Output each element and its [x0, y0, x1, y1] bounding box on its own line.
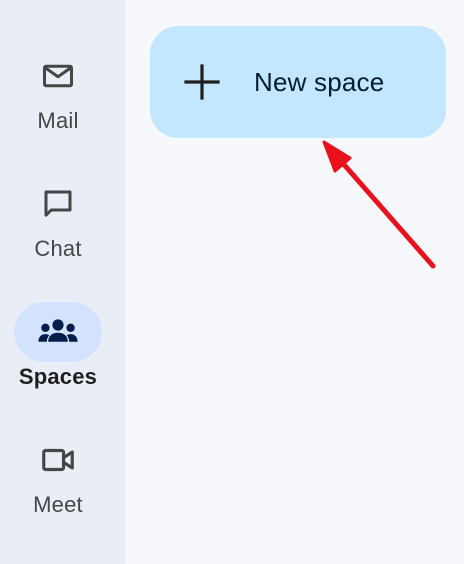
chat-icon: [14, 174, 102, 234]
rail-label-spaces: Spaces: [18, 364, 98, 389]
rail-label-meet: Meet: [33, 492, 83, 517]
navigation-rail: Mail Chat Spaces Meet: [0, 0, 126, 564]
rail-item-chat[interactable]: Chat: [0, 174, 116, 284]
mail-icon: [14, 46, 102, 106]
new-space-label: New space: [254, 66, 385, 97]
new-space-button[interactable]: New space: [150, 26, 446, 138]
rail-label-chat: Chat: [34, 236, 82, 261]
rail-item-meet[interactable]: Meet: [0, 430, 116, 540]
spaces-icon: [14, 302, 102, 362]
plus-icon: [184, 64, 220, 100]
rail-item-mail[interactable]: Mail: [0, 46, 116, 156]
rail-item-spaces[interactable]: Spaces: [0, 302, 116, 412]
meet-icon: [14, 430, 102, 490]
rail-label-mail: Mail: [37, 108, 79, 133]
